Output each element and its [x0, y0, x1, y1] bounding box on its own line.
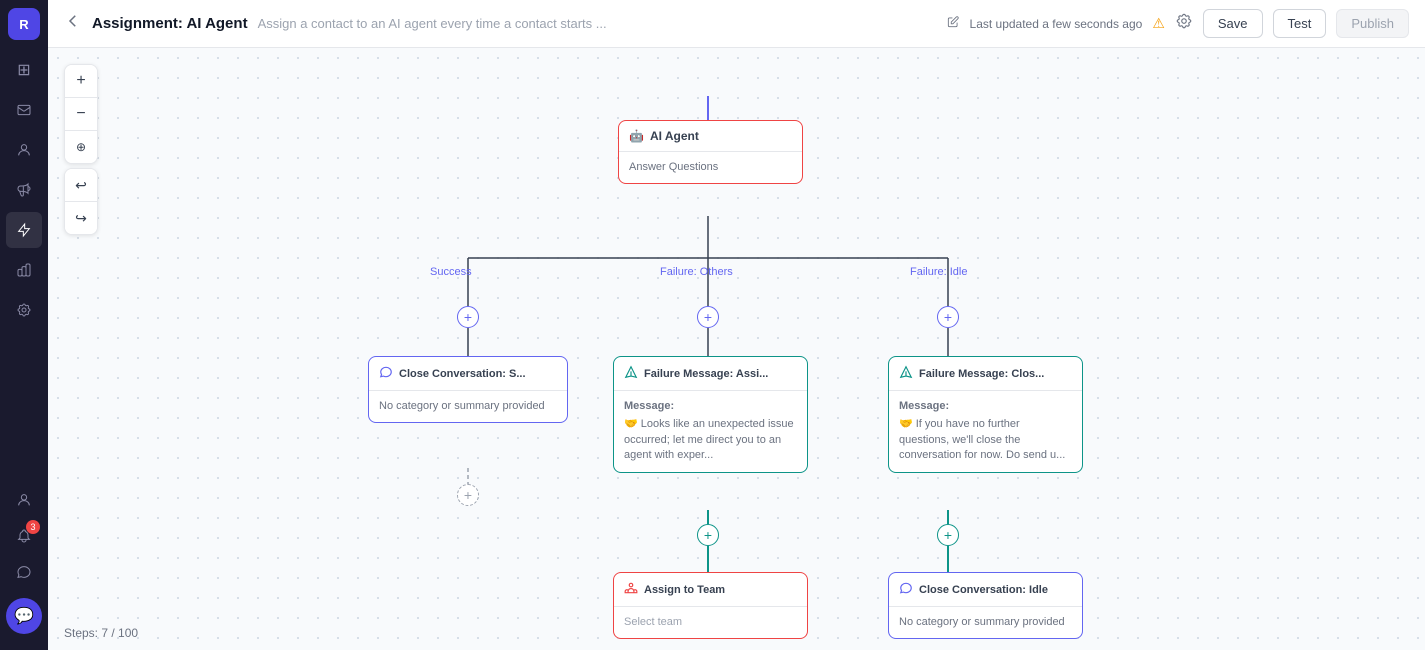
steps-counter: Steps: 7 / 100	[64, 626, 138, 640]
topbar: Assignment: AI Agent Assign a contact to…	[48, 0, 1425, 48]
close-success-header: Close Conversation: S...	[369, 357, 567, 391]
test-button[interactable]: Test	[1273, 9, 1327, 38]
sidebar-bottom: 3 💬	[6, 482, 42, 642]
failure-others-add-button[interactable]: +	[697, 306, 719, 328]
failure-others-label: Failure: Others	[660, 266, 733, 278]
last-updated-status: Last updated a few seconds ago	[970, 17, 1143, 31]
ai-agent-body: Answer Questions	[619, 152, 802, 183]
zoom-in-button[interactable]: +	[65, 65, 97, 97]
page-title: Assignment: AI Agent	[92, 15, 248, 32]
ai-agent-header: 🤖 AI Agent	[619, 121, 802, 152]
assign-team-body[interactable]: Select team	[614, 607, 807, 638]
sidebar-item-automation[interactable]	[6, 212, 42, 248]
close-success-node[interactable]: Close Conversation: S... No category or …	[368, 356, 568, 423]
failure-idle-add-button[interactable]: +	[937, 306, 959, 328]
warning-icon: ⚠	[1152, 15, 1165, 32]
failure-msg-2-icon	[899, 365, 913, 382]
sidebar-item-reports[interactable]	[6, 252, 42, 288]
success-add-button[interactable]: +	[457, 306, 479, 328]
zoom-out-button[interactable]: −	[65, 98, 97, 130]
main-area: Assignment: AI Agent Assign a contact to…	[48, 0, 1425, 650]
live-chat-button[interactable]: 💬	[6, 598, 42, 634]
failure-msg-1-add-button[interactable]: +	[697, 524, 719, 546]
undo-controls: ↩ ↪	[64, 168, 98, 235]
success-label: Success	[430, 266, 472, 278]
flow-canvas[interactable]: + − ⊕ ↩ ↪	[48, 48, 1425, 650]
failure-idle-label: Failure: Idle	[910, 266, 967, 278]
close-idle-node[interactable]: Close Conversation: Idle No category or …	[888, 572, 1083, 639]
close-success-add-button[interactable]: +	[457, 484, 479, 506]
zoom-controls: + − ⊕	[64, 64, 98, 164]
sidebar-item-contacts[interactable]	[6, 132, 42, 168]
close-idle-header: Close Conversation: Idle	[889, 573, 1082, 607]
failure-message-1-node[interactable]: Failure Message: Assi... Message: 🤝 Look…	[613, 356, 808, 473]
zoom-fit-button[interactable]: ⊕	[65, 131, 97, 163]
failure-message-2-header: Failure Message: Clos...	[889, 357, 1082, 391]
sidebar-item-settings[interactable]	[6, 292, 42, 328]
page-description: Assign a contact to an AI agent every ti…	[258, 16, 936, 31]
settings-gear-icon[interactable]	[1175, 12, 1193, 35]
sidebar-item-notifications[interactable]: 3	[6, 518, 42, 554]
failure-message-1-header: Failure Message: Assi...	[614, 357, 807, 391]
sidebar-item-campaigns[interactable]	[6, 172, 42, 208]
close-success-body: No category or summary provided	[369, 391, 567, 422]
failure-msg-2-add-button[interactable]: +	[937, 524, 959, 546]
save-button[interactable]: Save	[1203, 9, 1263, 38]
assign-team-header: Assign to Team	[614, 573, 807, 607]
ai-agent-node[interactable]: 🤖 AI Agent Answer Questions	[618, 120, 803, 184]
ai-agent-icon: 🤖	[629, 129, 644, 143]
assign-team-icon	[624, 581, 638, 598]
notification-badge: 3	[26, 520, 40, 534]
redo-button[interactable]: ↪	[65, 202, 97, 234]
sidebar: R ⊞ 3 💬	[0, 0, 48, 650]
failure-message-2-body: Message: 🤝 If you have no further questi…	[889, 391, 1082, 472]
publish-button[interactable]: Publish	[1336, 9, 1409, 38]
close-idle-icon	[899, 581, 913, 598]
app-logo[interactable]: R	[8, 8, 40, 40]
close-idle-body: No category or summary provided	[889, 607, 1082, 638]
sidebar-item-agent-profile[interactable]	[6, 482, 42, 518]
sidebar-item-inbox[interactable]	[6, 92, 42, 128]
failure-message-1-body: Message: 🤝 Looks like an unexpected issu…	[614, 391, 807, 472]
sidebar-item-grid[interactable]: ⊞	[6, 52, 42, 88]
edit-icon[interactable]	[946, 15, 960, 32]
failure-msg-1-icon	[624, 365, 638, 382]
assign-team-node[interactable]: Assign to Team Select team	[613, 572, 808, 639]
close-success-icon	[379, 365, 393, 382]
failure-message-2-node[interactable]: Failure Message: Clos... Message: 🤝 If y…	[888, 356, 1083, 473]
sidebar-item-help[interactable]	[6, 554, 42, 590]
back-button[interactable]	[64, 12, 82, 35]
undo-button[interactable]: ↩	[65, 169, 97, 201]
